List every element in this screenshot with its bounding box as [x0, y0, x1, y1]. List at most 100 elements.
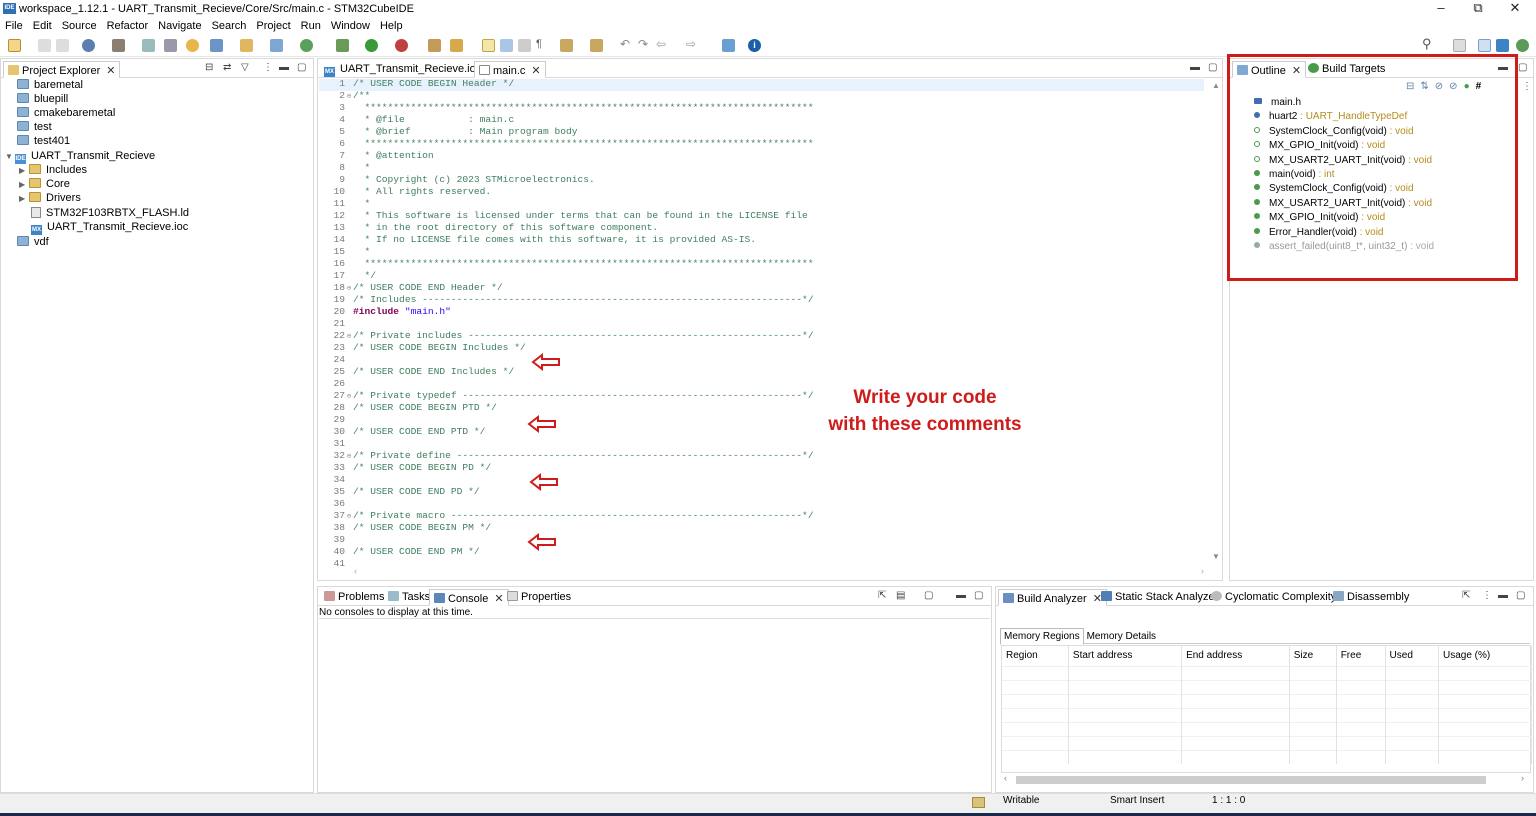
- hand-icon[interactable]: [186, 39, 199, 52]
- code-line[interactable]: 15 *: [317, 246, 370, 258]
- scroll-down-icon[interactable]: ▼: [1212, 552, 1220, 561]
- code-line[interactable]: 25 /* USER CODE END Includes */: [317, 366, 514, 378]
- tree-item-ioc-file[interactable]: MX UART_Transmit_Recieve.ioc: [31, 221, 188, 235]
- pin-editor-icon[interactable]: [722, 39, 735, 52]
- tab-build-analyzer[interactable]: Build Analyzer ✕: [998, 589, 1107, 606]
- maximize-view-icon[interactable]: ▢: [974, 590, 983, 601]
- block-select-icon[interactable]: [518, 39, 531, 52]
- code-line[interactable]: 28 /* USER CODE BEGIN PTD */: [317, 402, 496, 414]
- display-console-icon[interactable]: ▤: [896, 590, 905, 601]
- scroll-thumb[interactable]: [1016, 776, 1486, 784]
- code-line[interactable]: 4 * @file : main.c: [317, 114, 514, 126]
- open-console-icon[interactable]: ▢: [924, 590, 933, 601]
- mx-perspective-icon[interactable]: [1496, 39, 1509, 52]
- code-line[interactable]: 6 **************************************…: [317, 138, 813, 150]
- maximize-view-icon[interactable]: ▢: [1518, 62, 1527, 73]
- show-whitespace-icon[interactable]: ¶: [536, 38, 549, 51]
- menu-edit[interactable]: Edit: [28, 18, 57, 32]
- close-icon[interactable]: ✕: [106, 64, 115, 77]
- code-line[interactable]: 20 #include "main.h": [317, 306, 450, 318]
- pin-view-icon[interactable]: ⇱: [1462, 590, 1470, 601]
- chevron-right-icon[interactable]: ▶: [19, 166, 27, 175]
- code-line[interactable]: 12 * This software is licensed under ter…: [317, 210, 807, 222]
- last-edit-icon[interactable]: ↶: [620, 37, 633, 51]
- code-line[interactable]: 7 * @attention: [317, 150, 433, 162]
- refresh-icon[interactable]: [300, 39, 313, 52]
- maximize-view-icon[interactable]: ▢: [297, 62, 306, 73]
- new-project-icon[interactable]: [210, 39, 223, 52]
- new-icon[interactable]: [8, 39, 21, 52]
- menu-help[interactable]: Help: [375, 18, 408, 32]
- save-all-icon[interactable]: [56, 39, 69, 52]
- minimize-view-icon[interactable]: ▬: [1190, 62, 1200, 73]
- search-icon[interactable]: ⚲: [1422, 36, 1435, 51]
- menu-run[interactable]: Run: [296, 18, 326, 32]
- tree-item-uart-project[interactable]: ▼ IDE UART_Transmit_Recieve: [5, 150, 155, 164]
- menu-source[interactable]: Source: [57, 18, 102, 32]
- mark-occurrences-icon[interactable]: [500, 39, 513, 52]
- code-line[interactable]: 2 ⊖/**: [317, 90, 370, 102]
- horizontal-scrollbar[interactable]: ‹ ›: [1004, 773, 1524, 786]
- debug-icon[interactable]: [336, 39, 349, 52]
- previous-annotation-icon[interactable]: [590, 39, 603, 52]
- tree-item-core[interactable]: ▶ Core: [19, 178, 70, 192]
- minimize-view-icon[interactable]: ▬: [279, 62, 289, 73]
- code-line[interactable]: 38 /* USER CODE BEGIN PM */: [317, 522, 491, 534]
- code-line[interactable]: 19 /* Includes --------------------------…: [317, 294, 813, 306]
- cpp-perspective-icon[interactable]: [1478, 39, 1491, 52]
- vertical-scrollbar[interactable]: ▲ ▼: [1210, 81, 1220, 561]
- code-line[interactable]: 9 * Copyright (c) 2023 STMicroelectronic…: [317, 174, 595, 186]
- tab-main-c[interactable]: main.c ✕: [474, 61, 546, 78]
- code-line[interactable]: 37 ⊖/* Private macro --------------------…: [317, 510, 813, 522]
- menu-file[interactable]: File: [0, 18, 28, 32]
- code-line[interactable]: 27 ⊖/* Private typedef ------------------…: [317, 390, 813, 402]
- menu-search[interactable]: Search: [207, 18, 252, 32]
- tab-properties[interactable]: Properties: [503, 589, 575, 606]
- external-tools-icon[interactable]: [395, 39, 408, 52]
- chevron-right-icon[interactable]: ▶: [19, 180, 27, 189]
- code-line[interactable]: 17 */: [317, 270, 376, 282]
- build-hammer-icon[interactable]: [112, 39, 125, 52]
- open-perspective-icon[interactable]: [1453, 39, 1466, 52]
- open-type-icon[interactable]: [428, 39, 441, 52]
- view-menu-icon[interactable]: ⋮: [1522, 81, 1532, 92]
- open-folder-icon[interactable]: [240, 39, 253, 52]
- tab-static-stack-analyzer[interactable]: Static Stack Analyzer: [1097, 589, 1222, 606]
- search-bug-icon[interactable]: [164, 39, 177, 52]
- code-editor[interactable]: 1/* USER CODE BEGIN Header */2 ⊖/** 3 ****…: [317, 77, 1204, 571]
- pin-console-icon[interactable]: ⇱: [878, 590, 886, 601]
- tab-tasks[interactable]: Tasks: [384, 589, 434, 606]
- menu-project[interactable]: Project: [251, 18, 295, 32]
- close-icon[interactable]: ✕: [531, 64, 540, 77]
- view-menu-icon[interactable]: ⋮: [263, 62, 273, 73]
- column-header[interactable]: Free: [1336, 646, 1386, 666]
- code-line[interactable]: 8 *: [317, 162, 370, 174]
- tree-item-bluepill[interactable]: bluepill: [17, 93, 68, 107]
- code-line[interactable]: 26: [317, 378, 353, 390]
- scroll-up-icon[interactable]: ▲: [1212, 81, 1220, 90]
- code-line[interactable]: 32 ⊖/* Private define -------------------…: [317, 450, 813, 462]
- code-line[interactable]: 13 * in the root directory of this softw…: [317, 222, 658, 234]
- new-class-icon[interactable]: [270, 39, 283, 52]
- tree-item-includes[interactable]: ▶ Includes: [19, 164, 87, 178]
- subtab-memory-regions[interactable]: Memory Regions: [1000, 628, 1084, 645]
- column-header[interactable]: End address: [1181, 646, 1290, 666]
- tree-item-linker-file[interactable]: STM32F103RBTX_FLASH.ld: [31, 207, 189, 221]
- code-line[interactable]: 30 /* USER CODE END PTD */: [317, 426, 485, 438]
- chevron-down-icon[interactable]: ▼: [5, 152, 13, 161]
- filter-icon[interactable]: ▽: [241, 62, 249, 73]
- menu-window[interactable]: Window: [326, 18, 375, 32]
- code-line[interactable]: 31: [317, 438, 353, 450]
- minimize-icon[interactable]: –: [1426, 0, 1456, 18]
- highlight-toggle-icon[interactable]: [482, 39, 495, 52]
- maximize-view-icon[interactable]: ▢: [1208, 62, 1217, 73]
- tab-console[interactable]: Console ✕: [429, 589, 509, 606]
- tab-disassembly[interactable]: Disassembly: [1329, 589, 1413, 606]
- open-resource-icon[interactable]: [450, 39, 463, 52]
- tree-item-test[interactable]: test: [17, 121, 52, 135]
- chevron-right-icon[interactable]: ▶: [19, 194, 27, 203]
- code-line[interactable]: 16 *************************************…: [317, 258, 813, 270]
- tab-ioc-file[interactable]: MX UART_Transmit_Recieve.ioc: [320, 61, 485, 78]
- next-annotation-icon[interactable]: [560, 39, 573, 52]
- tree-item-drivers[interactable]: ▶ Drivers: [19, 192, 81, 206]
